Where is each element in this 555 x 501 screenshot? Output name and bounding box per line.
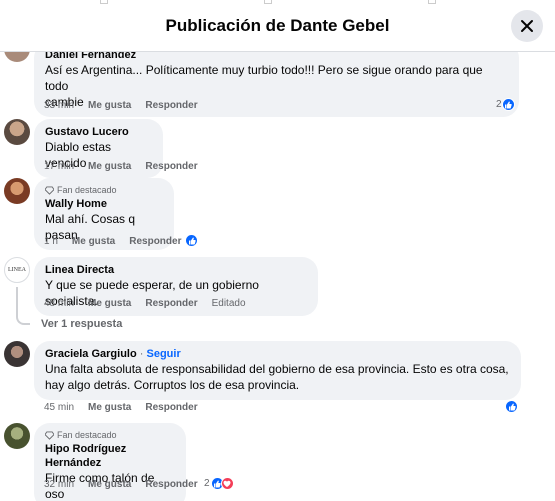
comment-author[interactable]: Linea Directa (45, 263, 306, 277)
comment-author[interactable]: Gustavo Lucero (45, 125, 151, 139)
reply-button[interactable]: Responder (145, 402, 197, 413)
close-button[interactable] (511, 10, 543, 42)
like-button[interactable]: Me gusta (88, 402, 131, 413)
love-icon (220, 477, 234, 490)
comment-author[interactable]: Hipo Rodríguez Hernández (45, 442, 174, 470)
comment-time[interactable]: 17 min (44, 161, 74, 172)
follow-button[interactable]: Seguir (147, 348, 181, 360)
comment-time[interactable]: 48 min (44, 298, 74, 309)
reply-button[interactable]: Responder (145, 298, 197, 309)
reply-button[interactable]: Responder (145, 479, 197, 490)
badge-label: Fan destacado (57, 430, 117, 440)
like-button[interactable]: Me gusta (88, 298, 131, 309)
reply-button[interactable]: Responder (145, 161, 197, 172)
post-header: Publicación de Dante Gebel (0, 0, 555, 52)
like-button[interactable]: Me gusta (88, 479, 131, 490)
avatar[interactable] (4, 423, 30, 449)
top-fan-badge: Fan destacado (45, 184, 162, 196)
comment-text: hay algo detrás. Corruptos los de esa pr… (45, 378, 300, 392)
like-icon (505, 400, 518, 413)
top-fan-badge: Fan destacado (45, 429, 174, 441)
comment-bubble: Graciela Gargiulo · Seguir Una falta abs… (34, 341, 521, 400)
badge-label: Fan destacado (57, 185, 117, 195)
like-button[interactable]: Me gusta (88, 100, 131, 111)
comment-actions: 45 min Me gusta Responder (44, 402, 198, 413)
comment-actions: 48 min Me gusta Responder Editado (44, 298, 246, 309)
reply-thread-line (16, 287, 30, 325)
reaction-number: 2 (496, 99, 502, 110)
diamond-icon (45, 185, 54, 195)
comment-text: Una falta absoluta de responsabilidad de… (45, 362, 509, 376)
page-title: Publicación de Dante Gebel (165, 15, 390, 35)
reaction-count[interactable] (185, 234, 198, 247)
reaction-count[interactable]: 2 (204, 477, 234, 490)
reaction-count[interactable] (505, 400, 518, 413)
comment-time[interactable]: 33 min (44, 100, 74, 111)
like-button[interactable]: Me gusta (72, 236, 115, 247)
follow-separator: · (139, 348, 144, 360)
reaction-number: 2 (204, 478, 210, 489)
reaction-count[interactable]: 2 (496, 98, 515, 111)
avatar[interactable]: LINEA (4, 257, 30, 283)
like-button[interactable]: Me gusta (88, 161, 131, 172)
reply-button[interactable]: Responder (129, 236, 181, 247)
avatar[interactable] (4, 178, 30, 204)
comment-time[interactable]: 45 min (44, 402, 74, 413)
comment-time[interactable]: 32 min (44, 479, 74, 490)
comment-text: Así es Argentina... Políticamente muy tu… (45, 63, 483, 93)
comment-actions: 17 min Me gusta Responder (44, 161, 198, 172)
comment-actions: 33 min Me gusta Responder (44, 100, 198, 111)
comment-author: Graciela Gargiulo · Seguir (45, 347, 509, 361)
avatar[interactable] (4, 341, 30, 367)
avatar[interactable] (4, 119, 30, 145)
comment-actions: 32 min Me gusta Responder (44, 479, 198, 490)
reply-button[interactable]: Responder (145, 100, 197, 111)
view-replies-link[interactable]: Ver 1 respuesta (41, 318, 122, 330)
comment-actions: 1 h Me gusta Responder (44, 236, 181, 247)
diamond-icon (45, 430, 54, 440)
like-icon (501, 98, 515, 111)
comment-author[interactable]: Wally Home (45, 197, 162, 211)
like-icon (185, 234, 198, 247)
close-icon (521, 20, 533, 32)
comment-author-name[interactable]: Graciela Gargiulo (45, 348, 137, 360)
edited-label: Editado (211, 298, 246, 309)
avatar-logo-text: LINEA (8, 267, 26, 273)
comment-time[interactable]: 1 h (44, 236, 58, 247)
